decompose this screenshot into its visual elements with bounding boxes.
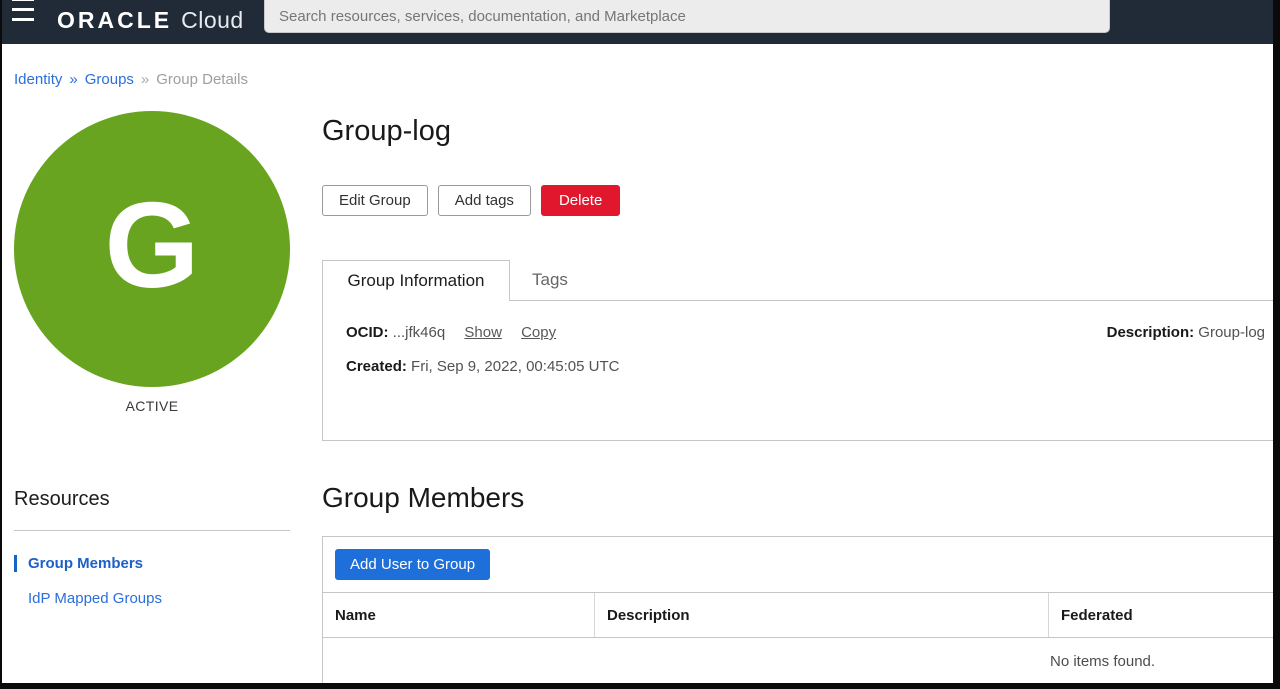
description-value: Group-log: [1198, 324, 1265, 341]
oracle-cloud-console: ORACLE Cloud Identity » Groups » Group Detai…: [0, 0, 1280, 689]
main-content: Group-log Edit Group Add tags Delete Gro…: [322, 89, 1273, 689]
sidebar-item-label: Group Members: [28, 555, 143, 572]
ocid-label: OCID:: [346, 324, 389, 341]
created-label: Created:: [346, 358, 407, 375]
tab-tags[interactable]: Tags: [532, 260, 568, 300]
breadcrumb-groups-link[interactable]: Groups: [85, 71, 134, 88]
logo-oracle-text: ORACLE: [57, 7, 172, 34]
ocid-value: ...jfk46q: [393, 324, 446, 341]
oracle-cloud-logo[interactable]: ORACLE Cloud: [57, 7, 244, 34]
resources-heading: Resources: [14, 488, 290, 511]
group-initial: G: [105, 184, 200, 314]
status-label: ACTIVE: [14, 398, 290, 414]
edit-group-button[interactable]: Edit Group: [322, 185, 428, 216]
copy-ocid-link[interactable]: Copy: [521, 324, 556, 341]
delete-button[interactable]: Delete: [541, 185, 620, 216]
description-row: Description: Group-log: [1107, 324, 1265, 341]
empty-state-row: No items found.: [323, 637, 1273, 689]
members-table-header: Name Description Federated: [323, 592, 1273, 637]
tab-label: Tags: [532, 270, 568, 289]
menu-bar: [12, 8, 34, 11]
created-row: Created: Fri, Sep 9, 2022, 00:45:05 UTC: [346, 358, 1273, 375]
sidebar-item-group-members[interactable]: Group Members: [14, 555, 290, 572]
group-members-panel: Add User to Group Name Description Feder…: [322, 536, 1273, 689]
add-tags-button[interactable]: Add tags: [438, 185, 531, 216]
menu-bar: [12, 0, 34, 1]
menu-icon[interactable]: [12, 0, 34, 24]
tab-bar: Group Information Tags: [322, 260, 1273, 300]
sidebar-item-label: IdP Mapped Groups: [28, 590, 162, 607]
column-header-federated: Federated: [1049, 593, 1273, 637]
members-toolbar: Add User to Group: [323, 537, 1273, 592]
no-items-text: No items found.: [1050, 653, 1155, 670]
resources-nav: Resources Group Members IdP Mapped Group…: [14, 488, 290, 607]
resources-divider: [14, 530, 290, 531]
left-column: G ACTIVE Resources Group Members IdP Map…: [2, 89, 322, 607]
page-title: Group-log: [322, 115, 1273, 148]
column-header-description: Description: [595, 593, 1049, 637]
description-label: Description:: [1107, 324, 1195, 341]
breadcrumb: Identity » Groups » Group Details: [14, 71, 1273, 89]
top-navigation-bar: ORACLE Cloud: [2, 0, 1273, 44]
add-user-to-group-button[interactable]: Add User to Group: [335, 549, 490, 580]
breadcrumb-current-page: Group Details: [156, 71, 248, 88]
breadcrumb-separator: »: [141, 71, 149, 88]
menu-bar: [12, 18, 34, 21]
group-members-heading: Group Members: [322, 482, 1273, 514]
column-header-name: Name: [323, 593, 595, 637]
group-avatar: G: [14, 111, 290, 387]
search-bar: [264, 0, 1110, 33]
show-ocid-link[interactable]: Show: [464, 324, 502, 341]
group-information-panel: OCID: ...jfk46q Show Copy Created: Fri, …: [322, 300, 1273, 441]
logo-cloud-text: Cloud: [181, 7, 244, 34]
search-input[interactable]: [264, 0, 1110, 33]
tab-group-information[interactable]: Group Information: [322, 260, 510, 301]
sidebar-item-idp-mapped-groups[interactable]: IdP Mapped Groups: [14, 590, 290, 607]
breadcrumb-identity-link[interactable]: Identity: [14, 71, 62, 88]
created-value: Fri, Sep 9, 2022, 00:45:05 UTC: [411, 358, 619, 375]
breadcrumb-separator: »: [69, 71, 77, 88]
action-buttons: Edit Group Add tags Delete: [322, 185, 1273, 216]
content-layout: G ACTIVE Resources Group Members IdP Map…: [2, 89, 1273, 689]
tab-label: Group Information: [347, 271, 484, 291]
